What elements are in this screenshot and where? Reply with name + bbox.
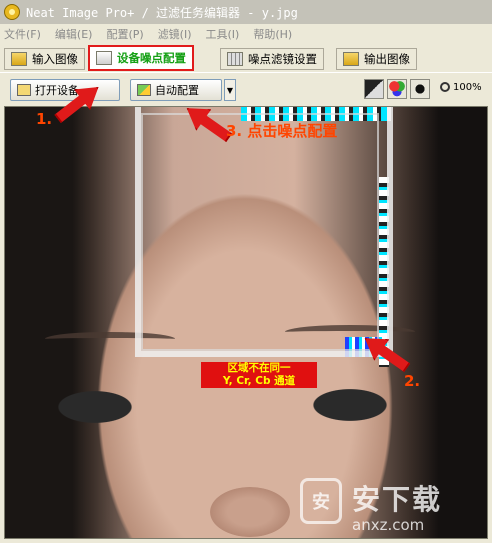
brightness-button[interactable] [410, 79, 430, 99]
image-out-icon [343, 52, 359, 66]
folder-icon [17, 84, 31, 96]
tab-input-image[interactable]: 输入图像 [4, 48, 85, 70]
annotation-step-3: 3. 点击噪点配置 [226, 122, 338, 140]
auto-profile-dropdown[interactable]: ▼ [224, 79, 236, 101]
zoom-level: 100% [453, 82, 482, 93]
window-title: Neat Image Pro+ / 过滤任务编辑器 - y.jpg [26, 5, 298, 20]
tab-bar: 输入图像 设备噪点配置 噪点滤镜设置 输出图像 [0, 44, 492, 72]
shield-logo-icon: 安 [300, 478, 342, 524]
color-channels-button[interactable] [387, 79, 407, 99]
warning-line-2: Y, Cr, Cb 通道 [222, 375, 296, 387]
filter-grid-icon [227, 52, 243, 66]
grayscale-view-button[interactable] [364, 79, 384, 99]
monitor-icon [96, 51, 112, 65]
magnifier-icon [440, 82, 450, 92]
auto-profile-label: 自动配置 [155, 84, 199, 97]
open-device-label: 打开设备 [35, 84, 79, 97]
channel-warning: 区域不在同一 Y, Cr, Cb 通道 [201, 362, 317, 388]
title-bar: Neat Image Pro+ / 过滤任务编辑器 - y.jpg [0, 0, 492, 24]
menu-bar: 文件(F) 编辑(E) 配置(P) 滤镜(I) 工具(I) 帮助(H) [0, 24, 492, 44]
watermark-title: 安下载 [352, 483, 443, 516]
tab-device-noise-profile[interactable]: 设备噪点配置 [88, 45, 194, 71]
menu-edit[interactable]: 编辑(E) [55, 26, 93, 42]
wand-icon [137, 84, 151, 96]
warning-line-1: 区域不在同一 [227, 362, 291, 374]
annotation-step-1: 1. [36, 110, 53, 128]
auto-profile-button[interactable]: 自动配置 [130, 79, 222, 101]
tab-label: 设备噪点配置 [117, 51, 186, 65]
menu-filter[interactable]: 滤镜(I) [158, 26, 192, 42]
menu-profile[interactable]: 配置(P) [106, 26, 143, 42]
chevron-down-icon: ▼ [226, 85, 234, 95]
annotation-step-2: 2. [404, 372, 421, 390]
nose [210, 487, 290, 537]
sample-area-inner [141, 113, 379, 351]
tab-label: 输出图像 [364, 52, 410, 66]
image-canvas[interactable] [4, 106, 488, 539]
watermark-url: anxz.com [352, 516, 425, 534]
menu-help[interactable]: 帮助(H) [253, 26, 292, 42]
open-device-button[interactable]: 打开设备 [10, 79, 120, 101]
zoom-control[interactable]: 100% [440, 82, 482, 93]
tab-label: 输入图像 [32, 52, 78, 66]
image-icon [11, 52, 27, 66]
site-watermark: 安 安下载 anxz.com [300, 478, 443, 534]
tab-label: 噪点滤镜设置 [248, 52, 317, 66]
tab-output-image[interactable]: 输出图像 [336, 48, 417, 70]
tab-noise-filter-settings[interactable]: 噪点滤镜设置 [220, 48, 324, 70]
menu-file[interactable]: 文件(F) [4, 26, 41, 42]
menu-tools[interactable]: 工具(I) [206, 26, 240, 42]
app-icon [4, 4, 20, 20]
